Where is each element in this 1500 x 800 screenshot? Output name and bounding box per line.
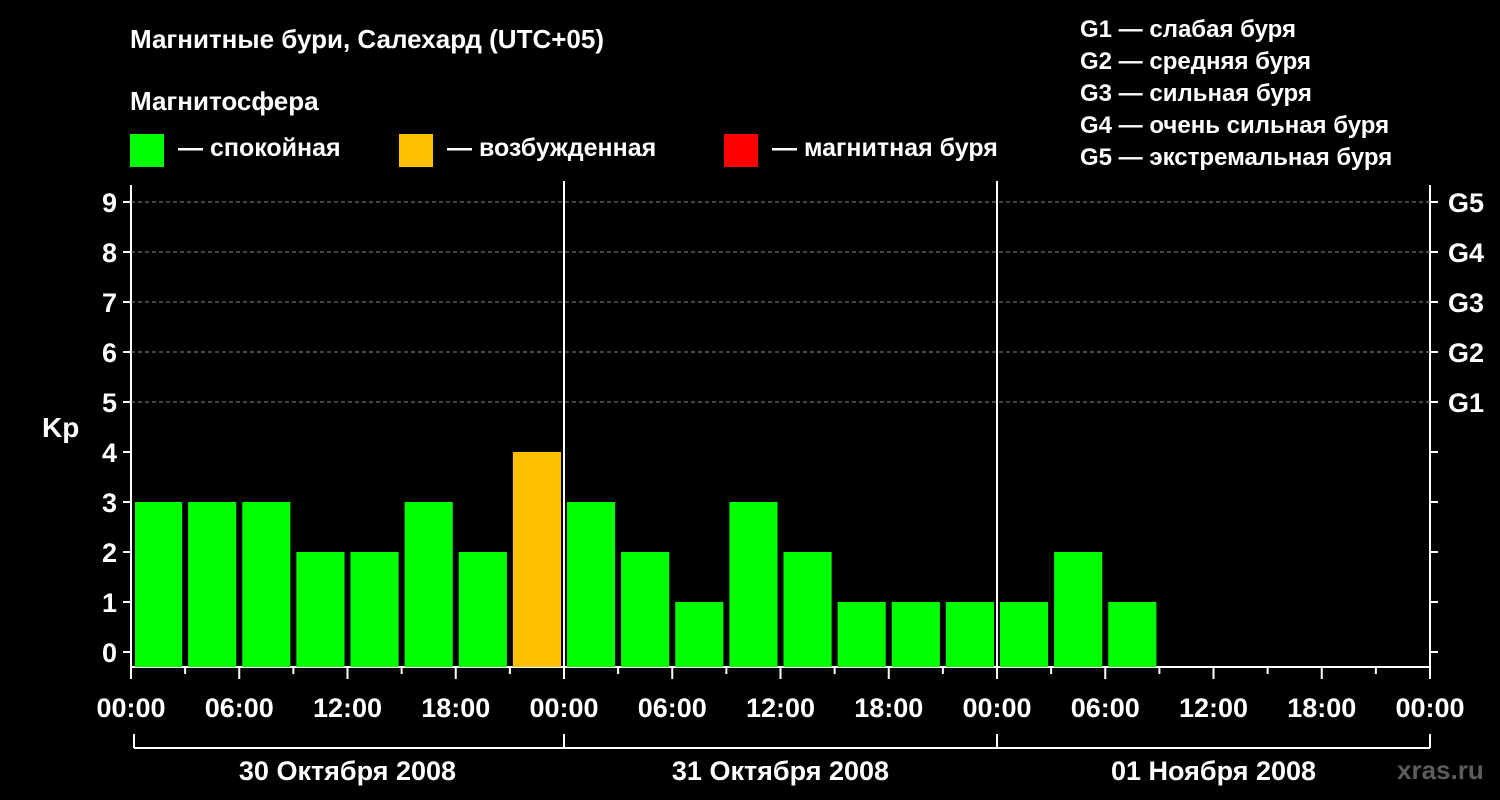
y-tick-label: 3 <box>102 488 117 518</box>
g-level-label: G1 <box>1448 388 1484 418</box>
y-tick-label: 4 <box>102 438 117 468</box>
y-tick-label: 0 <box>102 638 117 668</box>
y-tick-label: 1 <box>102 588 117 618</box>
x-tick-label: 00:00 <box>962 693 1031 723</box>
g-level-label: G5 <box>1448 188 1484 218</box>
g-level-label: G4 <box>1448 238 1484 268</box>
x-tick-label: 18:00 <box>421 693 490 723</box>
kp-bar <box>567 502 616 667</box>
x-tick-label: 18:00 <box>1287 693 1356 723</box>
kp-bar <box>729 502 778 667</box>
kp-bar <box>296 552 345 667</box>
x-tick-label: 12:00 <box>746 693 815 723</box>
x-tick-label: 12:00 <box>313 693 382 723</box>
kp-bar <box>404 502 453 667</box>
y-tick-label: 2 <box>102 538 117 568</box>
y-tick-label: 9 <box>102 188 117 218</box>
watermark: xras.ru <box>1397 755 1484 785</box>
x-tick-label: 12:00 <box>1179 693 1248 723</box>
kp-bar <box>1108 602 1157 667</box>
day-label: 31 Октября 2008 <box>672 756 889 786</box>
x-tick-label: 06:00 <box>638 693 707 723</box>
day-label: 30 Октября 2008 <box>239 756 456 786</box>
g-level-label: G3 <box>1448 288 1484 318</box>
kp-bar <box>837 602 886 667</box>
g-level-label: G2 <box>1448 338 1484 368</box>
kp-bar <box>135 502 183 667</box>
kp-bar <box>675 602 724 667</box>
y-tick-label: 8 <box>102 238 117 268</box>
kp-bar <box>188 502 237 667</box>
x-tick-label: 06:00 <box>205 693 274 723</box>
kp-bar-chart: 0 1 2 3 4 5 6 7 8 9 G1 G2 G3 G4 G5 00:00 06:00 12:00 18:00… <box>96 181 1484 786</box>
kp-bar <box>458 552 507 667</box>
kp-bar <box>621 552 670 667</box>
x-tick-label: 18:00 <box>854 693 923 723</box>
x-tick-label: 00:00 <box>1395 693 1464 723</box>
kp-bar <box>242 502 291 667</box>
kp-bar <box>1054 552 1103 667</box>
kp-bar <box>350 552 399 667</box>
kp-bar <box>1000 602 1049 667</box>
kp-bar <box>512 452 561 667</box>
kp-bar <box>783 552 832 667</box>
kp-bar <box>891 602 940 667</box>
day-label: 01 Ноября 2008 <box>1111 756 1316 786</box>
x-tick-label: 00:00 <box>529 693 598 723</box>
y-tick-label: 6 <box>102 338 117 368</box>
kp-bar <box>945 602 994 667</box>
y-tick-label: 7 <box>102 288 117 318</box>
x-tick-label: 06:00 <box>1071 693 1140 723</box>
y-tick-label: 5 <box>102 388 117 418</box>
x-tick-label: 00:00 <box>96 693 165 723</box>
